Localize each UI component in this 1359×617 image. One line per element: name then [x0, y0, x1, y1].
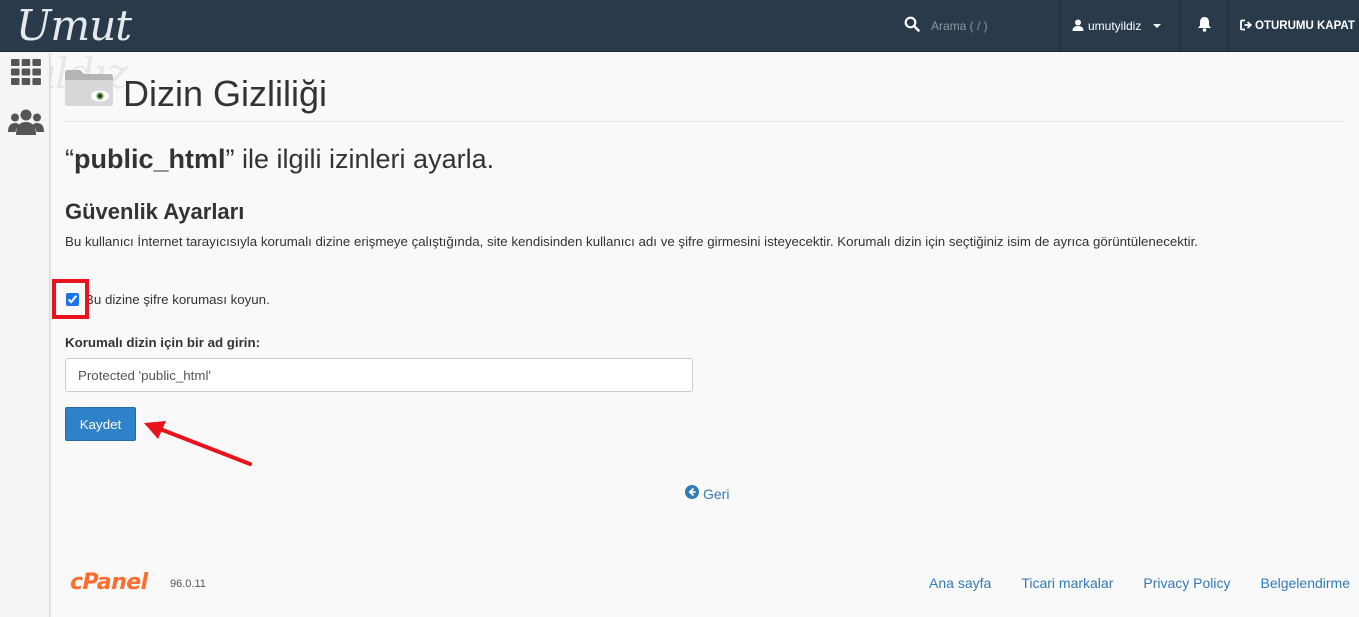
password-protect-row: Bu dizine şifre koruması koyun.: [65, 289, 270, 309]
page-header: Dizin Gizliliği: [65, 68, 1345, 122]
footer-links: Ana sayfa Ticari markalar Privacy Policy…: [899, 575, 1350, 591]
subtitle-open-quote: “: [65, 144, 74, 174]
subtitle-rest: ” ile ilgili izinleri ayarla.: [225, 144, 495, 174]
bell-icon: [1197, 16, 1212, 36]
search-box[interactable]: [904, 16, 1051, 36]
footer-link-privacy[interactable]: Privacy Policy: [1143, 575, 1230, 591]
section-title: Güvenlik Ayarları: [65, 199, 245, 224]
search-icon: [904, 16, 920, 36]
footer-link-home[interactable]: Ana sayfa: [929, 575, 991, 591]
save-button[interactable]: Kaydet: [65, 407, 136, 441]
footer-link-documentation[interactable]: Belgelendirme: [1261, 575, 1351, 591]
cpanel-logo-text: cPanel: [70, 570, 148, 595]
sidebar-item-tools[interactable]: [10, 58, 42, 90]
username-label: umutyildiz: [1088, 19, 1142, 33]
directory-name-input[interactable]: [65, 358, 693, 392]
logout-label: OTURUMU KAPAT: [1255, 20, 1355, 32]
grid-icon: [11, 59, 41, 89]
footer-link-trademarks[interactable]: Ticari markalar: [1021, 575, 1113, 591]
users-icon: [8, 109, 44, 139]
sidebar: [0, 53, 50, 617]
cpanel-logo[interactable]: cPanel: [70, 570, 148, 595]
back-label: Geri: [703, 485, 730, 502]
page-title: Dizin Gizliliği: [123, 73, 328, 114]
arrow-left-circle-icon: [685, 485, 703, 502]
password-protect-label[interactable]: Bu dizine şifre koruması koyun.: [85, 292, 270, 307]
logout-button[interactable]: OTURUMU KAPAT: [1228, 0, 1359, 52]
back-link[interactable]: Geri: [685, 485, 729, 502]
annotation-highlight-box: [52, 279, 89, 319]
logout-icon: [1240, 19, 1255, 34]
annotation-arrow: [144, 421, 252, 466]
directory-name: public_html: [74, 144, 226, 174]
user-icon: [1072, 19, 1084, 34]
folder-privacy-icon: [65, 70, 113, 106]
top-bar: Umut Yıldız umutyildiz OTURUMU KAPAT: [0, 0, 1359, 98]
notifications-button[interactable]: [1181, 0, 1227, 52]
sidebar-item-users[interactable]: [8, 108, 44, 140]
section-description: Bu kullanıcı İnternet tarayıcısıyla koru…: [65, 234, 1198, 249]
brand-logo[interactable]: Umut Yıldız: [16, 2, 206, 98]
chevron-down-icon: [1153, 24, 1162, 28]
directory-name-label: Korumalı dizin için bir ad girin:: [65, 335, 261, 350]
page-subtitle: “public_html” ile ilgili izinleri ayarla…: [65, 141, 494, 177]
user-menu[interactable]: umutyildiz: [1060, 0, 1180, 52]
search-input[interactable]: [931, 16, 1051, 36]
version-label: 96.0.11: [170, 578, 206, 590]
